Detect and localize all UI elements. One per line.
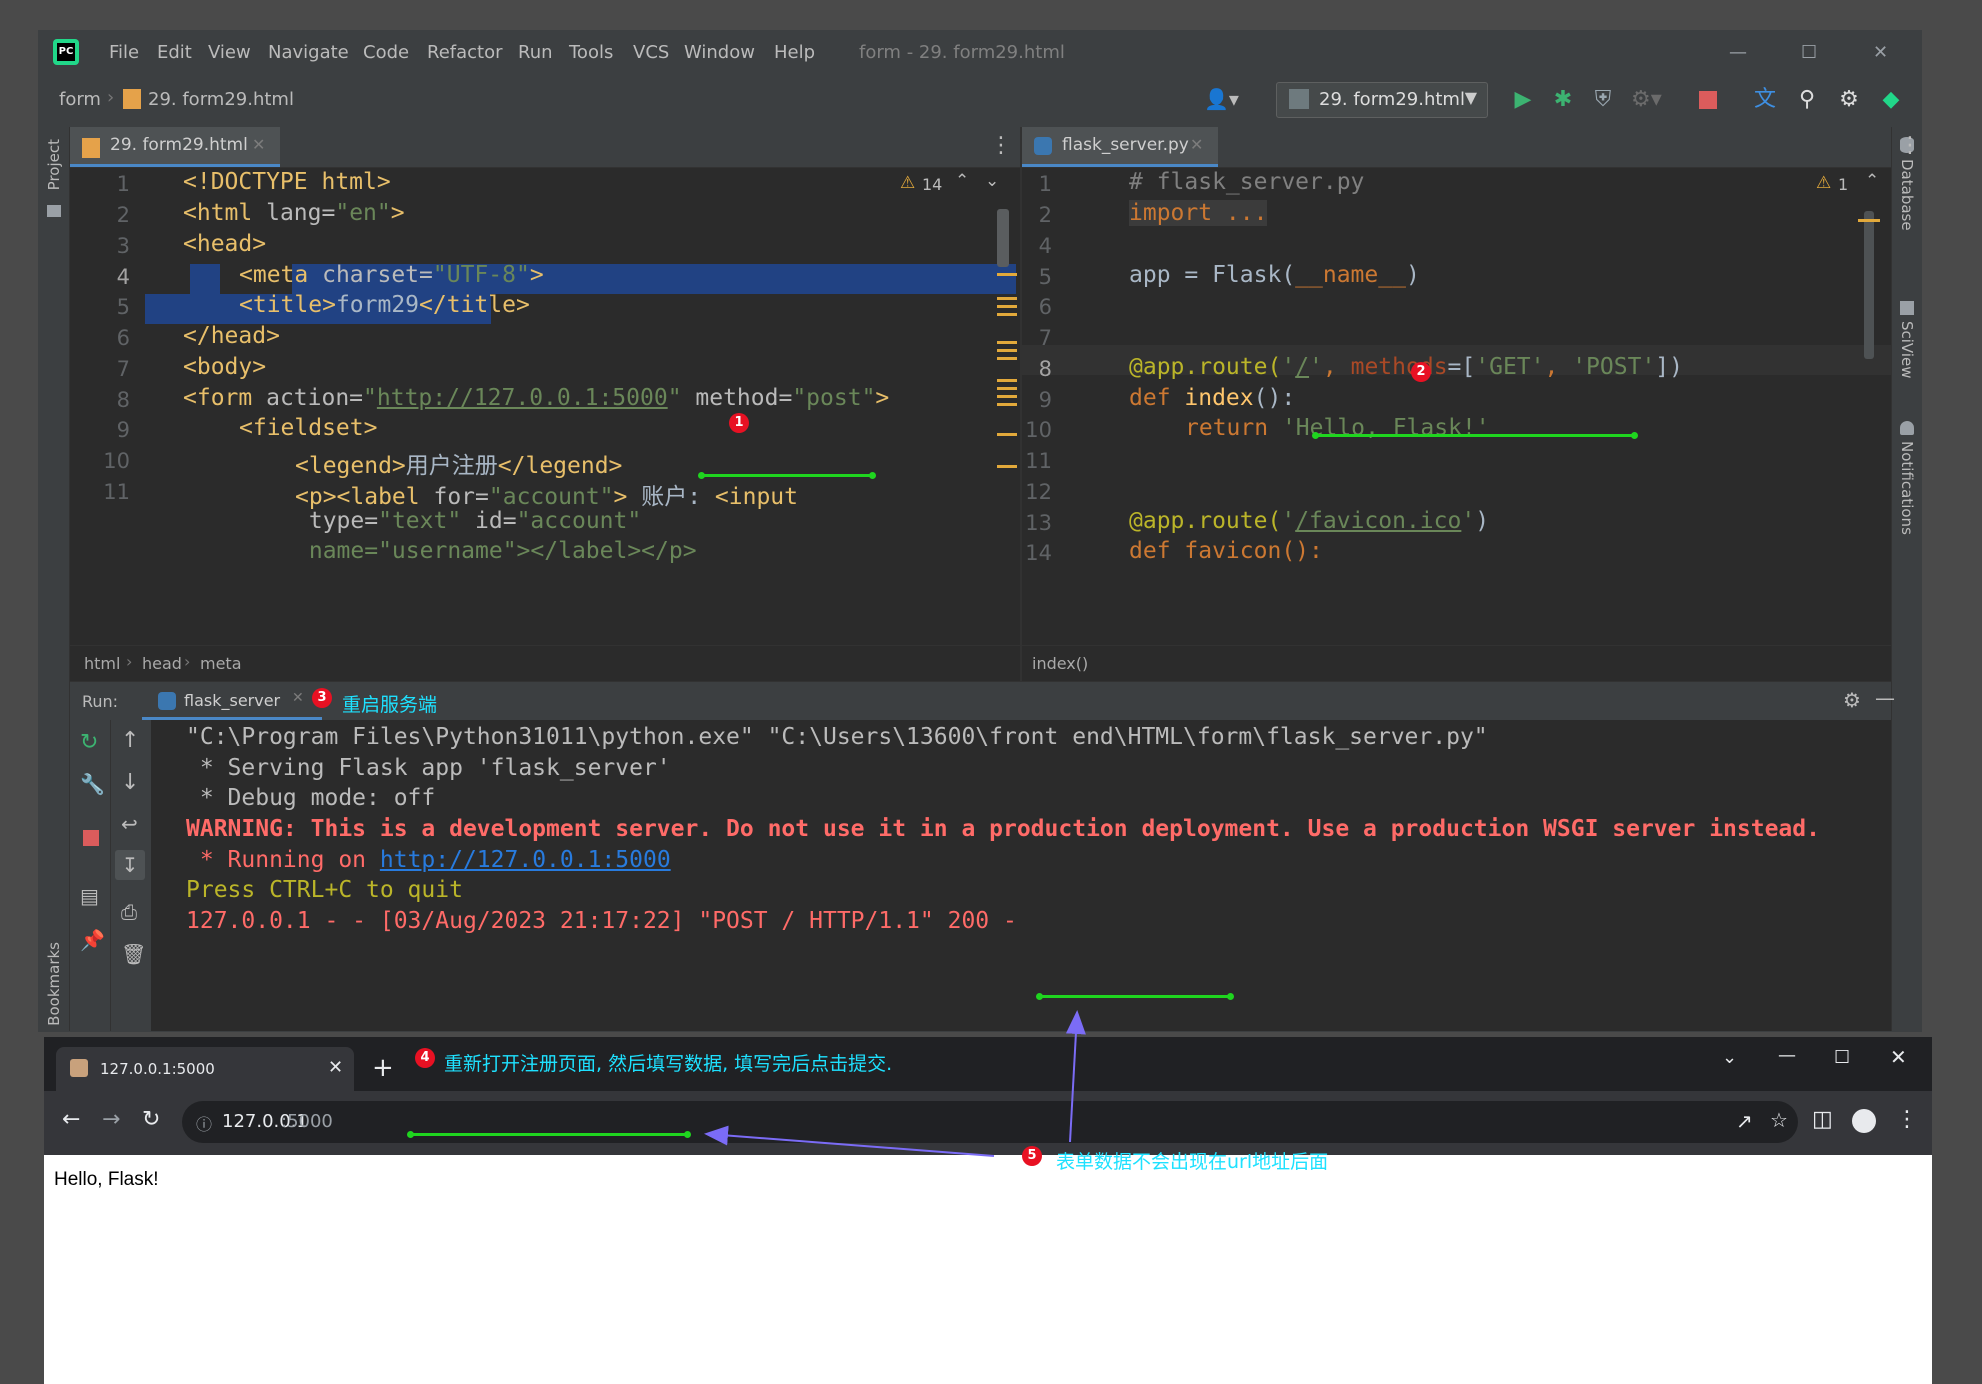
annotation-arrow	[1065, 1010, 1086, 1143]
annotation-arrows	[704, 1010, 1086, 1157]
annotation-arrow	[704, 1125, 995, 1157]
